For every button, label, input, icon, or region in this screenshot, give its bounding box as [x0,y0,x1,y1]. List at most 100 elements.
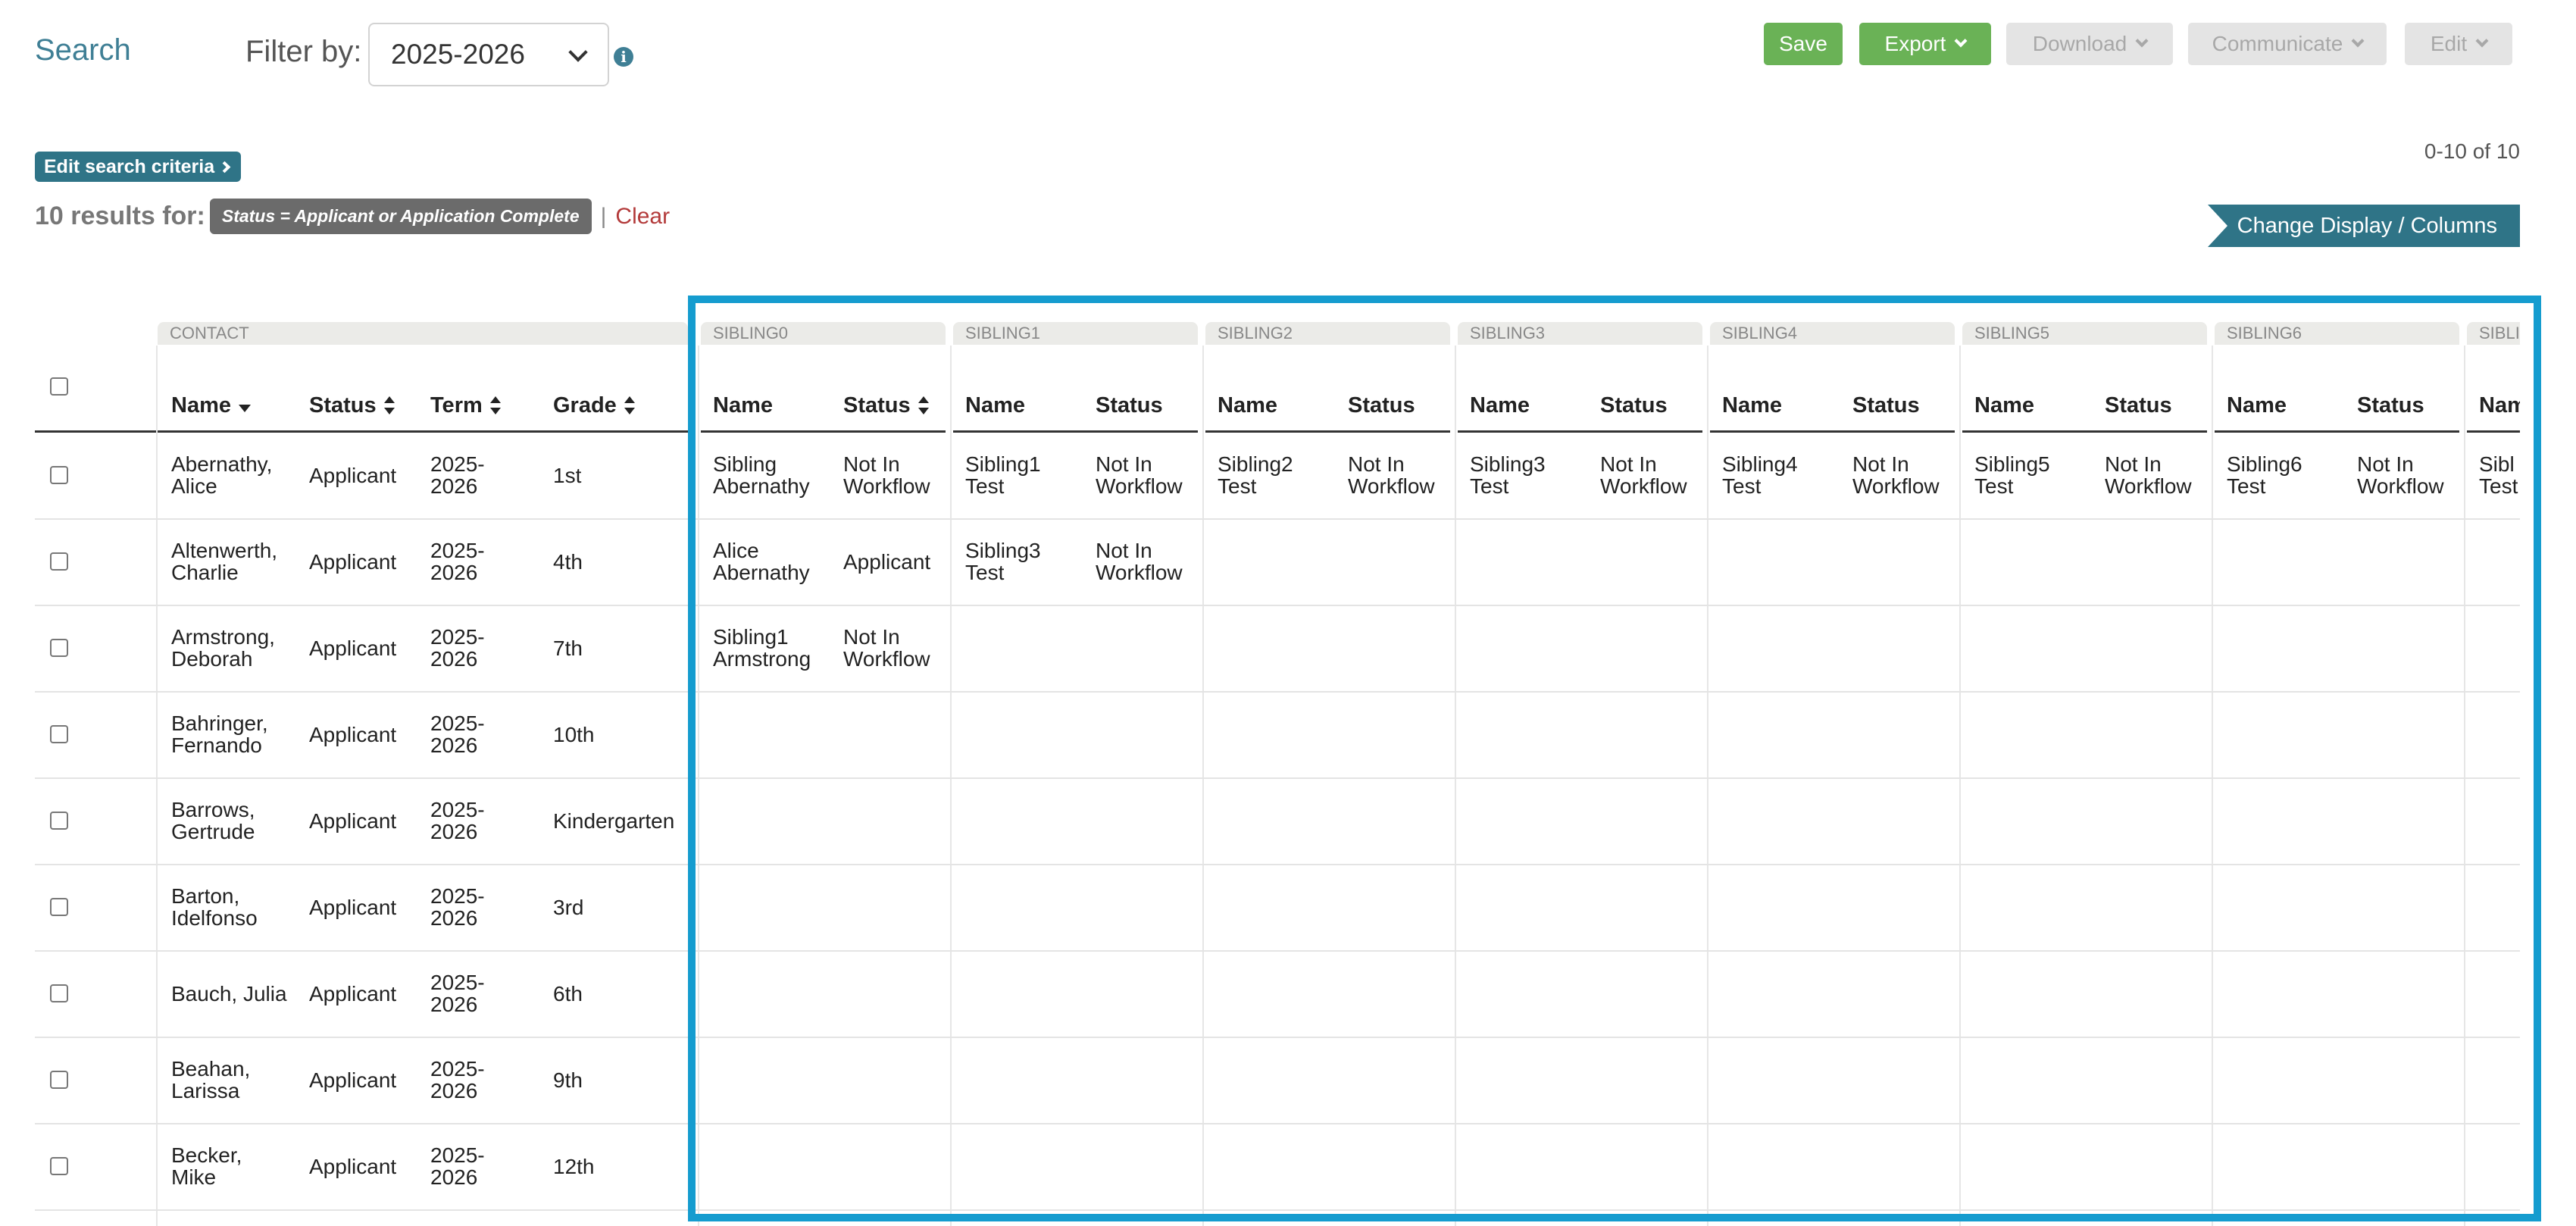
contact-status: Applicant [309,722,397,746]
column-header-sibling3-name[interactable]: Name [1470,364,1530,447]
column-header-sibling2-name-label: Name [1218,393,1277,418]
column-header-term[interactable]: Term [430,364,501,447]
term-filter-select[interactable]: 2025-2026 [368,23,609,86]
column-header-sibling1-name[interactable]: Name [965,364,1025,447]
header-divider-sibling6 [2215,430,2459,433]
row-checkbox[interactable] [50,1071,68,1089]
sibling-status: Not In Workflow [843,625,930,671]
sibling-status: Not In Workflow [2357,452,2444,498]
info-icon[interactable]: i [614,47,633,67]
row-divider [35,1037,2520,1038]
column-header-sibling3-name-label: Name [1470,393,1530,418]
communicate-button[interactable]: Communicate [2188,23,2387,65]
column-header-sibling2-name[interactable]: Name [1218,364,1277,447]
pagination-count: 0-10 of 10 [2424,139,2520,163]
column-header-status[interactable]: Status [309,364,395,447]
chevron-down-icon [2135,34,2149,48]
column-header-sibling5-name-label: Name [1974,393,2034,418]
column-divider-sibling [698,346,699,1226]
row-checkbox[interactable] [50,984,68,1002]
header-divider-sibling5 [1962,430,2207,433]
header-divider-sibling1 [953,430,1198,433]
sibling-name: Sibl Test [2479,452,2518,498]
chevron-down-icon [2475,34,2489,48]
contact-name: Barrows, Gertrude [171,798,255,843]
column-header-sibling3-status[interactable]: Status [1600,364,1668,447]
column-header-sibling7-name-label: Name [2479,393,2520,418]
row-divider [35,1123,2520,1124]
contact-grade: Kindergarten [553,808,675,833]
column-divider-sibling [1202,346,1204,1226]
column-header-sibling1-name-label: Name [965,393,1025,418]
sibling-name: Sibling5 Test [1974,452,2050,498]
contact-status: Applicant [309,981,397,1006]
export-button-label: Export [1884,32,1946,55]
row-checkbox[interactable] [50,552,68,571]
row-checkbox[interactable] [50,466,68,484]
column-header-sibling5-name[interactable]: Name [1974,364,2034,447]
sort-icon [918,396,929,414]
column-divider-sibling [2464,346,2465,1226]
row-divider [35,777,2520,779]
sibling-status: Not In Workflow [1348,452,1435,498]
contact-term: 2025- 2026 [430,884,485,930]
column-header-sibling4-status[interactable]: Status [1852,364,1920,447]
change-display-columns-button[interactable]: Change Display / Columns [2208,205,2520,247]
select-all-checkbox[interactable] [50,377,68,396]
contact-grade: 10th [553,722,595,746]
column-header-sibling2-status[interactable]: Status [1348,364,1415,447]
chevron-down-icon [568,42,588,62]
group-header-sibling7: SIBLING7 [2467,322,2520,345]
row-divider [35,864,2520,865]
edit-search-criteria-label: Edit search criteria [44,155,215,177]
column-header-name[interactable]: Name [171,364,251,447]
search-link[interactable]: Search [35,33,131,67]
results-table: CONTACT SIBLING0 SIBLING1 SIBLING2 SIBLING3 S… [35,318,2520,1226]
sibling-name: Sibling3 Test [965,539,1041,584]
sibling-status: Not In Workflow [843,452,930,498]
row-checkbox[interactable] [50,1157,68,1175]
save-button[interactable]: Save [1764,23,1843,65]
contact-status: Applicant [309,463,397,487]
contact-term: 2025- 2026 [430,539,485,584]
contact-status: Applicant [309,1154,397,1178]
column-header-sibling0-name[interactable]: Name [713,364,773,447]
change-display-columns-label: Change Display / Columns [2237,213,2497,238]
column-header-sibling1-status[interactable]: Status [1096,364,1163,447]
column-header-sibling5-status[interactable]: Status [2105,364,2172,447]
contact-name: Abernathy, Alice [171,452,273,498]
communicate-button-label: Communicate [2212,32,2343,55]
column-header-sibling4-name[interactable]: Name [1722,364,1782,447]
contact-name: Bahringer, Fernando [171,712,268,757]
column-header-sibling7-name[interactable]: Name [2479,364,2520,447]
column-header-sibling4-name-label: Name [1722,393,1782,418]
row-checkbox[interactable] [50,639,68,657]
row-checkbox[interactable] [50,812,68,830]
column-divider-contact [156,346,158,1226]
column-header-grade[interactable]: Grade [553,364,635,447]
separator: | [600,203,607,229]
contact-name: Altenwerth, Charlie [171,539,278,584]
term-filter-value: 2025-2026 [391,39,525,70]
column-header-sibling2-status-label: Status [1348,393,1415,418]
criteria-pill[interactable]: Status = Applicant or Application Comple… [209,199,592,234]
column-header-sibling6-name[interactable]: Name [2227,364,2287,447]
export-button[interactable]: Export [1859,23,1991,65]
header-divider-sibling3 [1458,430,1702,433]
edit-search-criteria-button[interactable]: Edit search criteria [35,152,241,182]
contact-grade: 4th [553,549,583,574]
download-button[interactable]: Download [2006,23,2173,65]
header-divider-sibling4 [1710,430,1955,433]
sibling-status: Applicant [843,549,931,574]
clear-link[interactable]: Clear [615,204,670,230]
column-header-sibling0-status-label: Status [843,393,911,418]
column-divider-sibling [1455,346,1456,1226]
row-checkbox[interactable] [50,725,68,743]
column-header-sibling0-status[interactable]: Status [843,364,929,447]
column-divider-sibling [1959,346,1961,1226]
column-header-sibling6-status[interactable]: Status [2357,364,2424,447]
row-checkbox[interactable] [50,898,68,916]
group-header-sibling6: SIBLING6 [2215,322,2459,345]
edit-button[interactable]: Edit [2405,23,2512,65]
sibling-name: Sibling1 Test [965,452,1041,498]
